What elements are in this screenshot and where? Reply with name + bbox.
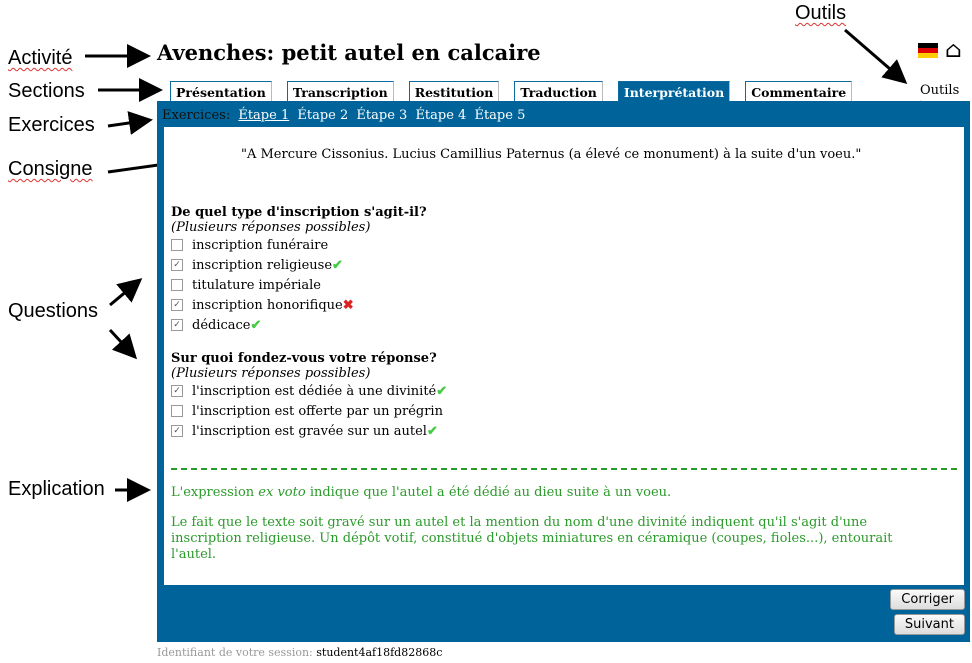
step-5-link[interactable]: Étape 5 — [474, 108, 525, 123]
section-tabs: Présentation Transcription Restitution T… — [170, 81, 853, 102]
session-id: student4af18fd82868c — [316, 646, 443, 659]
question-title: Sur quoi fondez-vous votre réponse? — [171, 351, 437, 366]
checkbox[interactable]: ✓ — [171, 425, 183, 437]
question-title: De quel type d'inscription s'agit-il? — [171, 205, 427, 220]
annotation-sections: Sections — [8, 80, 85, 102]
annotation-activite: Activité — [8, 47, 73, 69]
answer-option: titulature impériale — [171, 275, 427, 295]
option-label: l'inscription est dédiée à une divinité — [192, 383, 437, 399]
expl-emphasis: ex voto — [258, 485, 306, 500]
annotation-explication: Explication — [8, 478, 105, 500]
answer-option: ✓ l'inscription est dédiée à une divinité… — [171, 381, 447, 401]
session-label: Identifiant de votre session: — [157, 646, 313, 659]
corriger-button[interactable]: Corriger — [890, 589, 965, 610]
question-hint: (Plusieurs réponses possibles) — [171, 220, 371, 235]
question-2: Sur quoi fondez-vous votre réponse? (Plus… — [171, 351, 447, 441]
checkbox[interactable]: ✓ — [171, 319, 183, 331]
exercise-content: "A Mercure Cissonius. Lucius Camillius P… — [164, 127, 964, 585]
option-label: inscription religieuse — [192, 257, 333, 273]
checkbox[interactable] — [171, 279, 183, 291]
checkbox[interactable] — [171, 405, 183, 417]
answer-option: ✓ dédicace ✔ — [171, 315, 427, 335]
tab-restitution[interactable]: Restitution — [408, 81, 500, 102]
question-1: De quel type d'inscription s'agit-il? (Pl… — [171, 205, 427, 335]
answer-option: ✓ inscription honorifique ✖ — [171, 295, 427, 315]
option-label: inscription honorifique — [192, 297, 343, 313]
annotation-outils: Outils — [795, 2, 847, 24]
page-title: Avenches: petit autel en calcaire — [157, 40, 541, 65]
answer-option: ✓ inscription religieuse ✔ — [171, 255, 427, 275]
tab-traduction[interactable]: Traduction — [514, 81, 603, 102]
exercises-label: Exercices: — [162, 108, 231, 123]
step-3-link[interactable]: Étape 3 — [356, 108, 407, 123]
tab-commentaire[interactable]: Commentaire — [745, 81, 853, 102]
explication-paragraph-2: Le fait que le texte soit gravé sur un a… — [171, 515, 893, 562]
checkmark-icon: ✔ — [332, 257, 343, 273]
annotation-exercices: Exercices — [8, 114, 95, 136]
checkmark-icon: ✔ — [250, 317, 262, 333]
separator — [171, 468, 957, 470]
checkmark-icon: ✔ — [426, 423, 438, 439]
option-label: dédicace — [192, 317, 251, 333]
option-label: titulature impériale — [192, 277, 321, 293]
question-hint: (Plusieurs réponses possibles) — [171, 366, 371, 381]
annotation-questions: Questions — [8, 300, 99, 322]
exercise-panel: Exercices: Étape 1 Étape 2 Étape 3 Étape… — [157, 101, 970, 642]
consigne-text: "A Mercure Cissonius. Lucius Camillius P… — [241, 147, 862, 162]
answer-option: ✓ l'inscription est gravée sur un autel ✔ — [171, 421, 447, 441]
tab-interpretation[interactable]: Interprétation — [617, 81, 731, 102]
session-info: Identifiant de votre session: student4af… — [157, 646, 442, 659]
checkbox[interactable]: ✓ — [171, 259, 183, 271]
expl-text: indique que l'autel a été dédié au dieu … — [305, 485, 672, 500]
exercise-nav: Exercices: Étape 1 Étape 2 Étape 3 Étape… — [162, 108, 525, 123]
cross-icon: ✖ — [342, 297, 354, 313]
checkbox[interactable] — [171, 239, 183, 251]
option-label: l'inscription est offerte par un prégrin — [192, 403, 443, 419]
step-2-link[interactable]: Étape 2 — [297, 108, 348, 123]
home-icon[interactable]: ⌂ — [945, 40, 962, 62]
outils-label: Outils — [920, 83, 960, 98]
annotation-consigne: Consigne — [8, 158, 93, 180]
expl-text: L'expression — [171, 485, 259, 500]
answer-option: l'inscription est offerte par un prégrin — [171, 401, 447, 421]
suivant-button[interactable]: Suivant — [893, 614, 965, 635]
checkmark-icon: ✔ — [436, 383, 448, 399]
explication-paragraph-1: L'expression ex voto indique que l'autel… — [171, 485, 931, 501]
option-label: l'inscription est gravée sur un autel — [192, 423, 427, 439]
step-4-link[interactable]: Étape 4 — [415, 108, 466, 123]
option-label: inscription funéraire — [192, 237, 329, 253]
checkbox[interactable]: ✓ — [171, 385, 183, 397]
german-flag-icon[interactable] — [918, 43, 938, 58]
tab-transcription[interactable]: Transcription — [286, 81, 394, 102]
answer-option: inscription funéraire — [171, 235, 427, 255]
step-1-link[interactable]: Étape 1 — [238, 108, 289, 123]
checkbox[interactable]: ✓ — [171, 299, 183, 311]
tab-presentation[interactable]: Présentation — [170, 81, 272, 102]
